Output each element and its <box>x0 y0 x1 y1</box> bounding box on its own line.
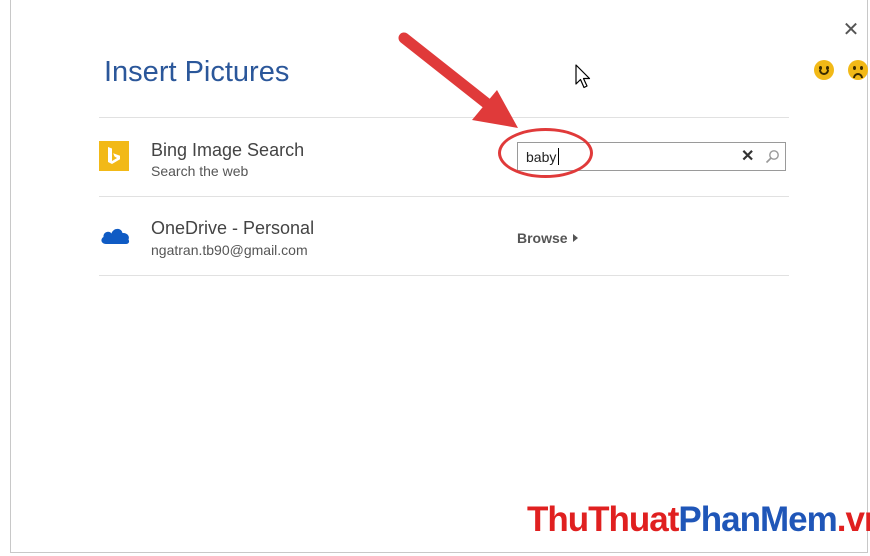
onedrive-title[interactable]: OneDrive - Personal <box>151 218 314 239</box>
search-icon[interactable] <box>765 149 780 164</box>
watermark-part2: PhanMem <box>678 500 837 539</box>
watermark-logo: ThuThuatPhanMem.vn <box>527 500 870 540</box>
close-icon[interactable]: ✕ <box>841 20 861 40</box>
caret-right-icon <box>572 234 578 242</box>
onedrive-account: ngatran.tb90@gmail.com <box>151 242 308 258</box>
divider <box>99 196 789 197</box>
divider <box>99 275 789 276</box>
bing-title[interactable]: Bing Image Search <box>151 140 304 161</box>
frown-icon[interactable] <box>848 60 868 80</box>
dialog-title: Insert Pictures <box>104 56 290 88</box>
bing-logo-icon <box>99 141 129 171</box>
browse-button[interactable]: Browse <box>517 230 578 246</box>
red-arrow-annotation <box>390 24 530 139</box>
clear-icon[interactable]: ✕ <box>741 146 754 166</box>
watermark-part1: ThuThuat <box>527 500 679 539</box>
onedrive-cloud-icon <box>99 224 131 246</box>
smile-icon[interactable] <box>814 60 834 80</box>
watermark-part3: .vn <box>836 500 870 539</box>
mouse-pointer-icon <box>575 64 593 90</box>
browse-label: Browse <box>517 230 568 246</box>
bing-subtitle: Search the web <box>151 163 249 179</box>
